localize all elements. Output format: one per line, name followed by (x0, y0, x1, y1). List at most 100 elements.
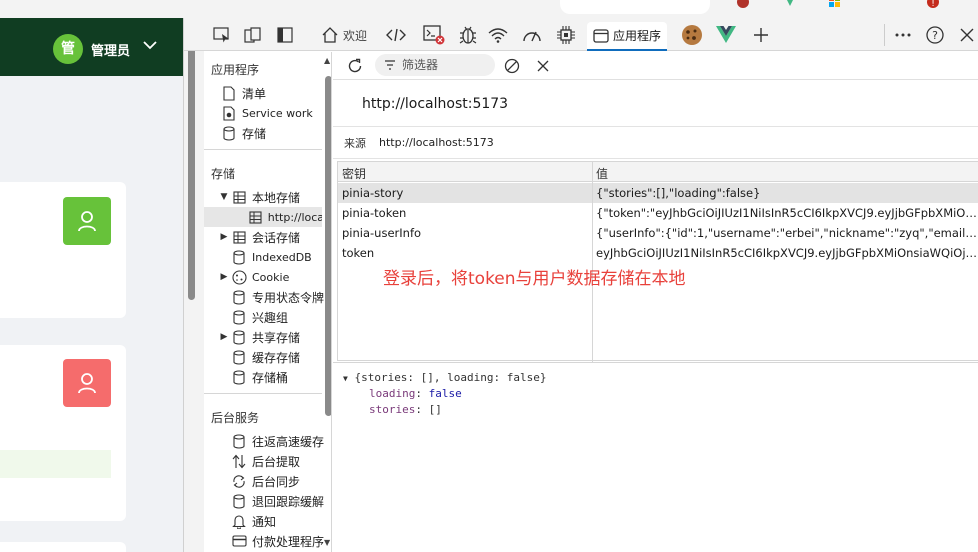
local-storage-panel: http://localhost:5173 来源 http://localhos… (333, 52, 978, 552)
application-window-icon (593, 28, 609, 43)
more-options-icon[interactable] (892, 23, 914, 47)
section-title-background-services: 后台服务 (211, 411, 260, 425)
application-sidebar: 应用程序 清单 Service work 存储 存储 ▼ 本地存储 http:/… (204, 52, 332, 552)
add-tab-icon[interactable] (750, 23, 772, 47)
database-icon (230, 249, 248, 265)
address-bar-edge[interactable] (560, 0, 710, 14)
sidebar-item-label: 兴趣组 (252, 310, 289, 325)
grid-table-icon (230, 190, 248, 204)
sidebar-scrollbar[interactable]: ▲ ▼ (324, 52, 331, 552)
preview-summary-line[interactable]: ▼ {stories: [], loading: false} (343, 371, 547, 384)
property-value: [] (428, 403, 442, 416)
help-icon[interactable]: ? (924, 23, 946, 47)
sidebar-item-session-storage[interactable]: ▶ 会话存储 (204, 227, 322, 247)
sidebar-item-shared-storage[interactable]: ▶ 共享存储 (204, 327, 322, 347)
sidebar-item-service-workers[interactable]: Service work (220, 103, 331, 123)
wifi-icon[interactable] (486, 23, 510, 47)
inspect-element-icon[interactable] (211, 23, 233, 47)
browser-toolbar-strip: ! (0, 0, 978, 18)
sidebar-item-payment-handler[interactable]: 付款处理程序 (230, 531, 331, 551)
scrollbar-thumb[interactable] (188, 20, 195, 300)
elements-icon[interactable] (384, 23, 408, 47)
grid-table-icon (246, 210, 263, 224)
table-row[interactable]: pinia-story {"stories":[],"loading":fals… (338, 183, 978, 203)
column-header-value[interactable]: 值 (596, 165, 608, 182)
tab-label: 欢迎 (343, 28, 368, 43)
expand-arrow-icon[interactable]: ▼ (218, 192, 230, 202)
extension-icon[interactable] (783, 0, 797, 8)
section-divider (204, 393, 322, 394)
extension-icon[interactable] (828, 0, 842, 8)
stat-card (0, 542, 126, 552)
column-header-key[interactable]: 密钥 (342, 165, 366, 182)
sidebar-item-label: http://loca (267, 210, 322, 224)
close-devtools-icon[interactable] (956, 23, 978, 47)
user-name[interactable]: 管理员 (91, 40, 130, 59)
sidebar-item-interest-groups[interactable]: 兴趣组 (230, 307, 331, 327)
sidebar-item-label: 后台提取 (252, 454, 301, 469)
sidebar-item-bfcache[interactable]: 往返高速缓存 (230, 431, 331, 451)
database-icon (230, 433, 248, 449)
file-icon (220, 85, 238, 101)
performance-icon[interactable] (520, 23, 544, 47)
table-row[interactable]: pinia-token {"token":"eyJhbGciOiJIUzI1Ni… (338, 203, 978, 223)
filter-input[interactable] (402, 58, 490, 72)
up-down-arrows-icon (230, 454, 248, 469)
console-icon[interactable] (421, 23, 447, 47)
sidebar-item-notifications[interactable]: 通知 (230, 511, 331, 531)
sidebar-item-cookies[interactable]: ▶ Cookie (204, 267, 322, 287)
collapse-arrow-icon[interactable]: ▼ (343, 374, 348, 383)
row-value: eyJhbGciOiJIUzI1NiIsInR5cCI6IkpXVCJ9.eyJ… (596, 246, 978, 260)
dock-side-icon[interactable] (274, 23, 296, 47)
sidebar-item-indexeddb[interactable]: IndexedDB (230, 247, 331, 267)
expand-arrow-icon[interactable]: ▶ (218, 232, 230, 242)
sidebar-item-label: 缓存存储 (252, 350, 301, 365)
expand-arrow-icon[interactable]: ▶ (218, 272, 230, 282)
gear-file-icon (220, 105, 238, 121)
sidebar-item-local-origin[interactable]: http://loca (204, 207, 322, 227)
sidebar-item-label: 会话存储 (252, 230, 301, 245)
sidebar-item-background-fetch[interactable]: 后台提取 (230, 451, 331, 471)
stat-card (0, 182, 126, 318)
column-divider[interactable] (592, 162, 593, 362)
extension-icon[interactable] (736, 0, 750, 8)
sidebar-item-storage[interactable]: 存储 (220, 123, 331, 143)
memory-chip-icon[interactable] (554, 23, 578, 47)
cookie-icon[interactable] (680, 23, 704, 47)
bug-icon[interactable] (456, 23, 480, 47)
sidebar-item-cache-storage[interactable]: 缓存存储 (230, 347, 331, 367)
avatar[interactable]: 管 (53, 34, 83, 64)
tab-application[interactable]: 应用程序 (587, 22, 668, 51)
alert-icon[interactable]: ! (926, 0, 940, 8)
database-icon (230, 329, 248, 345)
scroll-up-arrow-icon[interactable]: ▲ (324, 56, 330, 65)
table-row[interactable]: token eyJhbGciOiJIUzI1NiIsInR5cCI6IkpXVC… (338, 243, 978, 263)
sidebar-item-label: 专用状态令牌 (252, 290, 325, 305)
table-row[interactable]: pinia-userInfo {"userInfo":{"id":1,"user… (338, 223, 978, 243)
scrollbar-thumb[interactable] (325, 76, 331, 416)
device-toolbar-icon[interactable] (242, 23, 264, 47)
sidebar-item-local-storage[interactable]: ▼ 本地存储 (204, 187, 322, 207)
row-value: {"token":"eyJhbGciOiJIUzI1NiIsInR5cCI6Ik… (596, 206, 978, 220)
sidebar-item-storage-buckets[interactable]: 存储桶 (230, 367, 331, 387)
sidebar-item-label: 退回跟踪缓解 (252, 494, 325, 509)
database-icon (230, 493, 248, 509)
clear-all-icon[interactable] (504, 58, 520, 74)
sidebar-item-label: 清单 (242, 86, 267, 101)
sidebar-item-bounce-tracking[interactable]: 退回跟踪缓解 (230, 491, 331, 511)
sidebar-item-background-sync[interactable]: 后台同步 (230, 471, 331, 491)
delete-selected-icon[interactable] (536, 59, 550, 73)
database-icon (230, 369, 248, 385)
page-scrollbar[interactable] (184, 18, 204, 552)
expand-arrow-icon[interactable]: ▶ (218, 332, 230, 342)
scroll-down-arrow-icon[interactable]: ▼ (324, 538, 330, 547)
preview-property: stories: [] (369, 403, 442, 416)
origin-title: http://localhost:5173 (362, 96, 509, 112)
vue-devtools-icon[interactable] (714, 23, 738, 47)
tab-welcome[interactable]: 欢迎 (318, 23, 370, 47)
filter-box[interactable] (375, 54, 495, 76)
refresh-icon[interactable] (347, 58, 363, 74)
chevron-down-icon[interactable] (143, 40, 157, 50)
sidebar-item-private-state-tokens[interactable]: 专用状态令牌 (230, 287, 331, 307)
sidebar-item-manifest[interactable]: 清单 (220, 83, 331, 103)
